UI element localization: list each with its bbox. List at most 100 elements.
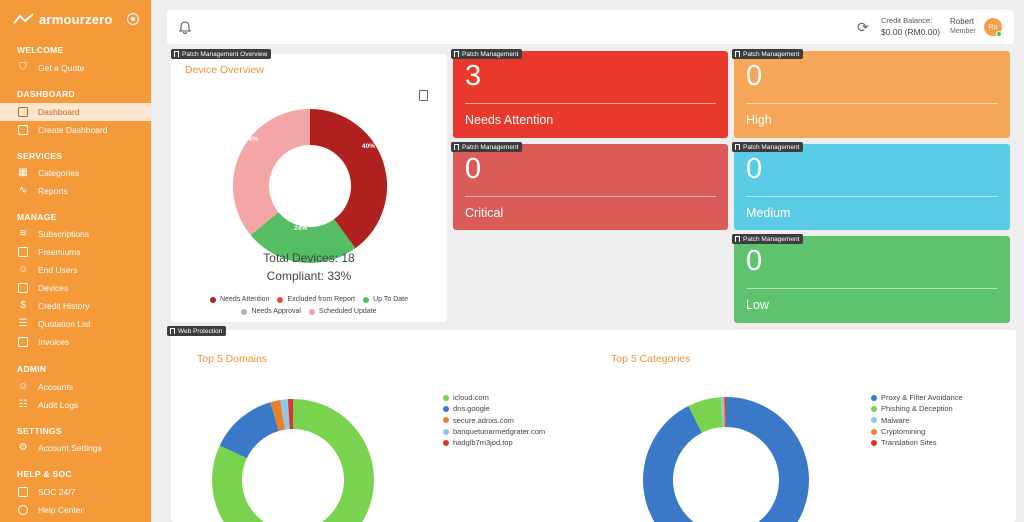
tag-patch-management: Patch Management [732,49,804,59]
legend-dot [241,308,248,315]
sidebar-item-audit-logs[interactable]: ☷ Audit Logs [0,396,151,414]
dashboard-icon [18,107,28,117]
sidebar-item-create-dashboard[interactable]: Create Dashboard [0,121,151,139]
bookmark-icon [454,51,459,57]
user-role: Member [950,28,976,35]
tag-patch-management: Patch Management [451,49,523,59]
top-domains-legend: icloud.com dns.google secure.adnxs.com b… [443,392,545,448]
device-overview-card: Device Overview 40% 24% 36% Total Device… [171,54,447,322]
legend-excluded-from-report[interactable]: Excluded from Report [277,296,355,303]
legend-needs-approval[interactable]: Needs Approval [241,308,301,315]
stat-card-high[interactable]: 0 High [734,51,1010,138]
stat-label: Medium [746,206,791,220]
notification-bell-icon[interactable] [179,20,191,34]
sidebar-item-end-users[interactable]: ☺ End Users [0,261,151,279]
sidebar-section-settings: SETTINGS [17,426,62,436]
credit-balance-value: $0.00 (RM0.00) [881,27,941,37]
legend-phishing-deception[interactable]: Phishing & Deception [871,403,963,414]
slice-secure-adnxs-com[interactable] [270,399,286,432]
sidebar: armourzero WELCOME ⛉ Get a Quote DASHBOAR… [0,0,151,522]
slice-proxy-filter-avoidance[interactable] [643,397,809,522]
sidebar-section-admin: ADMIN [17,364,47,374]
stat-value: 0 [746,60,763,92]
sidebar-item-devices[interactable]: Devices [0,279,151,297]
sidebar-item-freemiums[interactable]: Freemiums [0,243,151,261]
online-status-dot [996,31,1002,37]
slice-phishing-deception[interactable] [688,397,724,434]
total-devices: Total Devices: 18 [263,251,355,265]
chat-icon [18,487,28,497]
sidebar-item-reports[interactable]: ∿ Reports [0,182,151,200]
sidebar-settings-icon[interactable] [127,13,139,25]
shield-icon: ⛉ [19,62,27,73]
device-overview-title: Device Overview [185,64,264,76]
list-icon: ☰ [18,318,28,329]
stat-card-low[interactable]: 0 Low [734,236,1010,323]
legend-dot [871,428,877,435]
legend-cryptomining[interactable]: Cryptomining [871,426,963,437]
sidebar-item-subscriptions[interactable]: ≋ Subscriptions [0,225,151,243]
device-legend-row-1: Needs Attention Excluded from Report Up … [171,296,447,303]
stat-card-needs-attention[interactable]: 3 Needs Attention [453,51,728,138]
web-protection-card: Top 5 Domains Top 5 Categories icloud.co… [171,330,1016,522]
logo-icon [13,13,34,24]
sidebar-item-dashboard[interactable]: Dashboard [0,103,151,121]
user-name[interactable]: Robert [950,17,974,26]
users-icon: ☺ [18,264,29,275]
device-legend-row-2: Needs Approval Scheduled Update [171,308,447,315]
sidebar-item-categories[interactable]: ▦ Categories [0,164,151,182]
top-bar: ⟳ Credit Balance: $0.00 (RM0.00) Robert … [167,10,1014,44]
sidebar-item-invoices[interactable]: Invoices [0,333,151,351]
grid-icon: ▦ [18,167,28,178]
legend-hadglb7m3jod-top[interactable]: hadglb7m3jod.top [443,437,545,448]
bookmark-icon [454,144,459,150]
tag-web-protection: Web Protection [167,326,227,336]
sidebar-item-account-settings[interactable]: ⚙ Account Settings [0,439,151,457]
brand-name: armourzero [39,11,113,27]
tag-patch-management: Patch Management [451,142,523,152]
bookmark-icon [170,328,175,334]
help-icon [18,505,28,515]
legend-dot [209,296,216,303]
sidebar-item-help-center[interactable]: Help Center [0,501,151,519]
stat-label: Critical [465,206,504,220]
sidebar-item-quotation-list[interactable]: ☰ Quotation List [0,315,151,333]
sidebar-item-credit-history[interactable]: $ Credit History [0,297,151,315]
slice-scheduled-update[interactable] [233,109,311,236]
stat-divider [465,103,716,104]
legend-translation-sites[interactable]: Translation Sites [871,437,963,448]
sidebar-item-accounts[interactable]: ☺ Accounts [0,378,151,396]
sidebar-item-get-a-quote[interactable]: ⛉ Get a Quote [0,59,151,77]
legend-banquetunarmedgrater-com[interactable]: banquetunarmedgrater.com [443,426,545,437]
bookmark-icon [735,144,740,150]
stat-card-critical[interactable]: 0 Critical [453,144,728,230]
sidebar-item-soc-24-7[interactable]: SOC 24/7 [0,483,151,501]
legend-up-to-date[interactable]: Up To Date [363,296,408,303]
slice-banquetunarmedgrater-com[interactable] [280,399,290,430]
top-domains-donut-chart [212,399,374,522]
sidebar-section-help-soc: HELP & SOC [17,469,72,479]
legend-icloud-com[interactable]: icloud.com [443,392,545,403]
legend-needs-attention[interactable]: Needs Attention [209,296,269,303]
bookmark-icon [174,51,179,57]
slice-needs-attention[interactable] [309,109,387,249]
legend-dot [871,394,877,401]
stat-card-medium[interactable]: 0 Medium [734,144,1010,230]
create-dashboard-icon [18,125,28,135]
legend-dot [871,405,877,412]
stat-divider [746,288,998,289]
legend-scheduled-update[interactable]: Scheduled Update [308,308,377,315]
legend-secure-adnxs-com[interactable]: secure.adnxs.com [443,415,545,426]
invoice-icon [18,337,28,347]
refresh-icon[interactable]: ⟳ [857,20,869,34]
legend-malware[interactable]: Malware [871,415,963,426]
accounts-icon: ☺ [18,381,29,392]
brand-logo[interactable]: armourzero [13,9,113,29]
legend-dot [443,428,449,435]
legend-dns-google[interactable]: dns.google [443,403,545,414]
stat-value: 0 [746,245,763,277]
legend-proxy-filter-avoidance[interactable]: Proxy & Filter Avoidance [871,392,963,403]
top-categories-title: Top 5 Categories [611,353,691,365]
sidebar-section-manage: MANAGE [17,212,57,222]
slice-dns-google[interactable] [219,402,280,459]
